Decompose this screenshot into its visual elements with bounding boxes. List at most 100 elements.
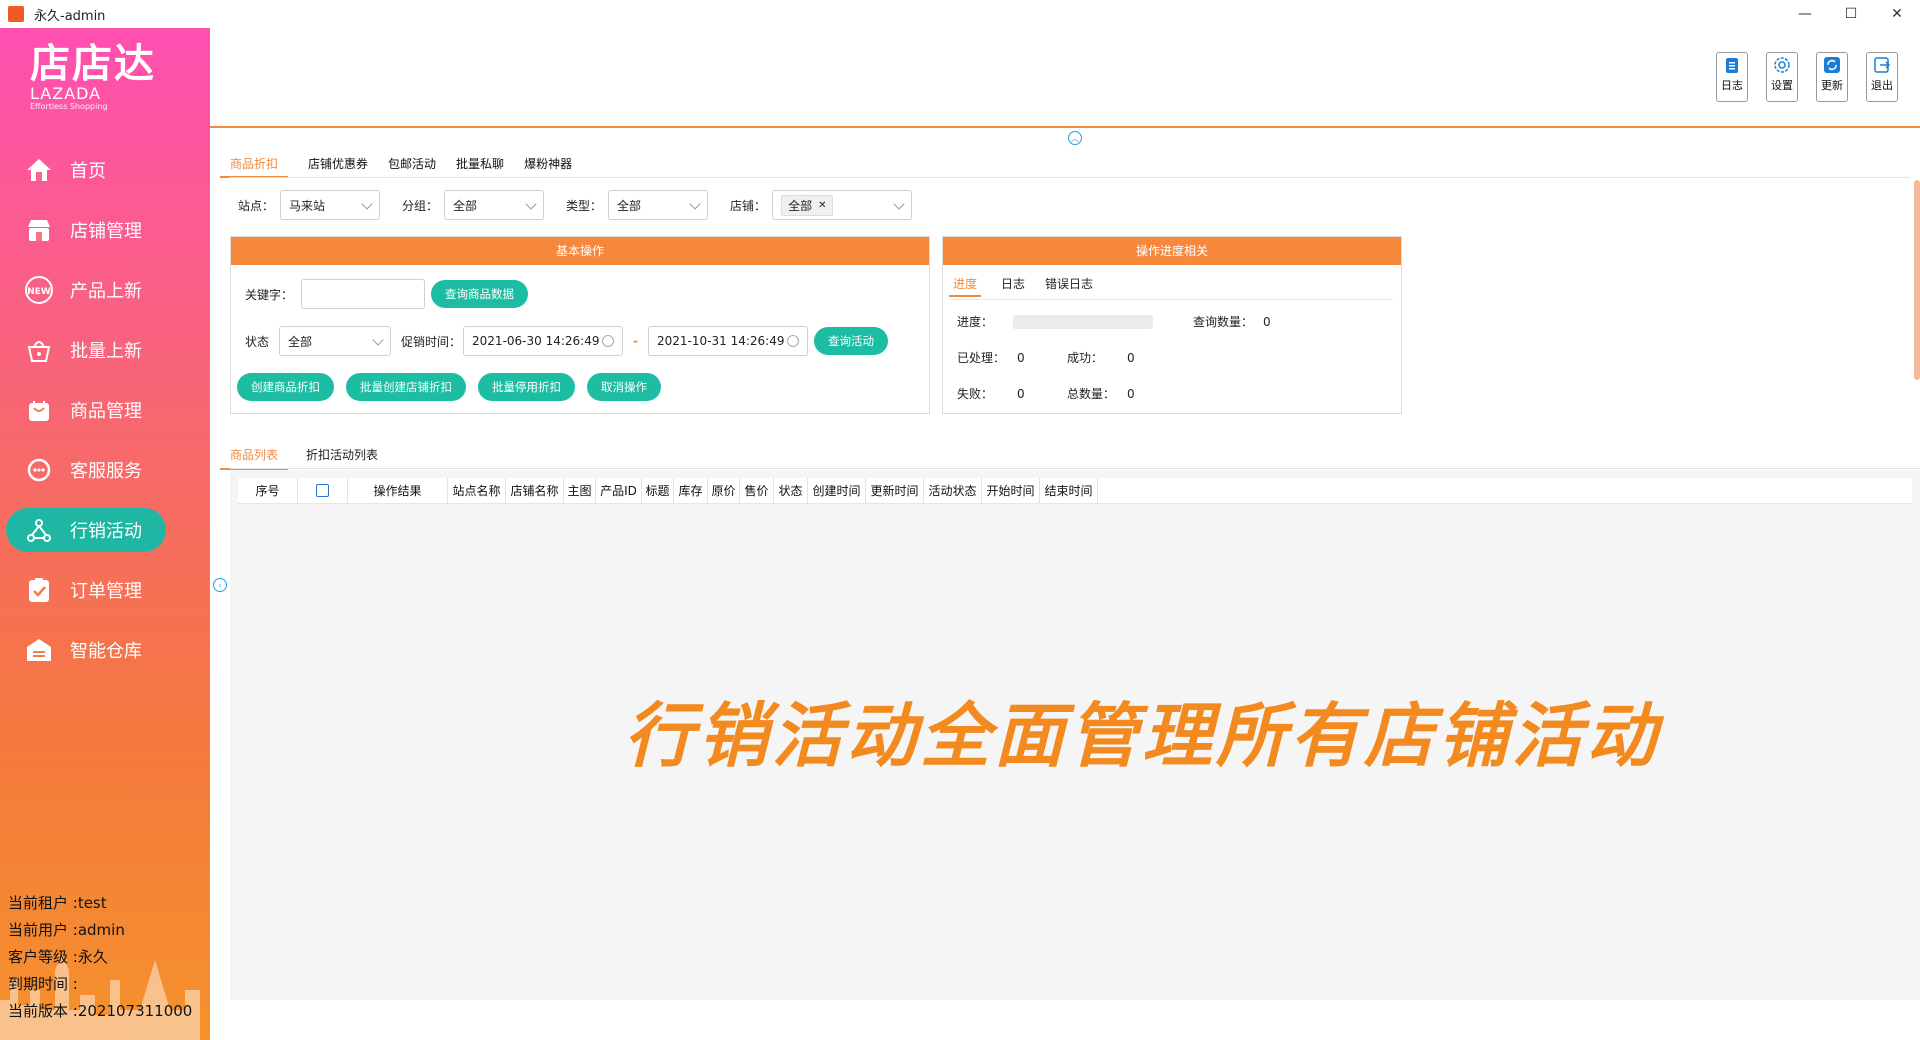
tab-batch-chat[interactable]: 批量私聊 <box>456 154 504 178</box>
status-select[interactable]: 全部 <box>279 326 392 356</box>
query-count-value: 0 <box>1263 314 1271 329</box>
cancel-operation-button[interactable]: 取消操作 <box>587 373 661 401</box>
site-select[interactable]: 马来站 <box>280 190 381 220</box>
sidebar-item-warehouse[interactable]: 智能仓库 <box>6 628 166 672</box>
sidebar-item-new-product[interactable]: NEW 产品上新 <box>6 268 166 312</box>
success-label: 成功： <box>1067 351 1104 365</box>
sidebar-item-label: 商品管理 <box>70 401 142 422</box>
processed-value: 0 <box>1017 350 1025 365</box>
settings-button[interactable]: 设置 <box>1766 52 1798 102</box>
clipboard-check-icon <box>24 575 54 605</box>
keyword-row: 关键字： 查询商品数据 <box>245 279 529 309</box>
top-toolbar: 日志 设置 更新 退出 <box>1716 52 1898 102</box>
sidebar-item-orders[interactable]: 订单管理 <box>6 568 166 612</box>
collapse-left-icon[interactable]: ‹ <box>213 578 227 592</box>
tab-free-shipping[interactable]: 包邮活动 <box>388 154 436 178</box>
sidebar: 店店达 LAZADA Effortless Shopping 首页 店铺管理 N… <box>0 28 210 1040</box>
tab-fans-tool[interactable]: 爆粉神器 <box>524 154 572 178</box>
collapse-up-icon[interactable]: ︿ <box>1068 131 1082 145</box>
status-row: 状态 全部 促销时间： 2021-06-30 14:26:49 - 2021-1… <box>245 326 889 356</box>
progress-tabs-divider <box>951 299 1393 300</box>
basket-icon <box>24 335 54 365</box>
sidebar-item-marketing[interactable]: 行销活动 <box>6 508 166 552</box>
processed-label: 已处理： <box>957 351 1006 365</box>
close-icon[interactable]: ✕ <box>1874 0 1920 28</box>
col-activity-status: 活动状态 <box>924 477 982 504</box>
col-select-all[interactable] <box>298 477 348 504</box>
batch-create-shop-discount-button[interactable]: 批量创建店铺折扣 <box>346 373 466 401</box>
tab-goods-list[interactable]: 商品列表 <box>220 446 289 470</box>
col-create-time: 创建时间 <box>808 477 866 504</box>
shop-select[interactable]: 全部 ✕ <box>772 190 913 220</box>
query-goods-button[interactable]: 查询商品数据 <box>431 280 529 308</box>
tab-goods-discount[interactable]: 商品折扣 <box>220 154 289 178</box>
tab-progress[interactable]: 进度 <box>949 275 982 297</box>
failed-row: 失败： 0 总数量： 0 <box>957 385 1135 402</box>
chevron-down-icon <box>689 198 701 210</box>
col-main-image: 主图 <box>564 477 596 504</box>
col-original-price: 原价 <box>708 477 740 504</box>
vertical-scrollbar[interactable] <box>1914 180 1920 380</box>
sidebar-item-batch-new[interactable]: 批量上新 <box>6 328 166 372</box>
minimize-icon[interactable]: — <box>1782 0 1828 28</box>
shop-label: 店铺： <box>730 198 767 213</box>
query-activity-button[interactable]: 查询活动 <box>814 327 889 355</box>
sidebar-item-goods[interactable]: 商品管理 <box>6 388 166 432</box>
filter-bar: 站点： 马来站 分组： 全部 类型： 全部 店铺： 全部 ✕ <box>238 190 934 220</box>
sidebar-item-label: 行销活动 <box>70 521 142 542</box>
close-icon[interactable]: ✕ <box>818 200 826 211</box>
query-count-label: 查询数量： <box>1193 315 1254 329</box>
expire-text: 到期时间 : <box>8 975 78 993</box>
window-controls: — ☐ ✕ <box>1782 0 1920 28</box>
log-button[interactable]: 日志 <box>1716 52 1748 102</box>
type-select[interactable]: 全部 <box>608 190 709 220</box>
log-icon <box>1726 58 1738 73</box>
shop-chip[interactable]: 全部 ✕ <box>781 194 834 216</box>
maximize-icon[interactable]: ☐ <box>1828 0 1874 28</box>
success-value: 0 <box>1127 350 1135 365</box>
tab-shop-coupon[interactable]: 店铺优惠券 <box>308 154 368 178</box>
batch-disable-discount-button[interactable]: 批量停用折扣 <box>478 373 575 401</box>
update-button[interactable]: 更新 <box>1816 52 1848 102</box>
select-all-checkbox[interactable] <box>316 484 329 497</box>
app-icon <box>8 6 24 22</box>
bag-icon <box>24 395 54 425</box>
user-info: 当前租户 :test 当前用户 :admin 客户等级 :永久 到期时间 : 当… <box>8 890 192 1025</box>
svg-text:NEW: NEW <box>27 287 51 297</box>
keyword-input[interactable] <box>301 279 426 309</box>
group-label: 分组： <box>402 198 439 213</box>
store-icon <box>24 215 54 245</box>
create-goods-discount-button[interactable]: 创建商品折扣 <box>237 373 334 401</box>
start-date-input[interactable]: 2021-06-30 14:26:49 <box>463 326 624 356</box>
basic-panel-title: 基本操作 <box>231 237 929 265</box>
chevron-down-icon <box>372 334 384 346</box>
tab-log[interactable]: 日志 <box>1001 275 1025 297</box>
sidebar-item-store[interactable]: 店铺管理 <box>6 208 166 252</box>
table-header: 序号 操作结果 站点名称 店铺名称 主图 产品ID 标题 库存 原价 售价 状态… <box>238 477 1912 504</box>
sidebar-item-home[interactable]: 首页 <box>6 148 166 192</box>
status-value: 全部 <box>288 334 313 349</box>
group-select[interactable]: 全部 <box>444 190 545 220</box>
tenant-text: 当前租户 :test <box>8 894 107 912</box>
col-end-time: 结束时间 <box>1040 477 1098 504</box>
progress-label: 进度： <box>957 315 994 329</box>
sidebar-item-label: 首页 <box>70 161 106 182</box>
sidebar-item-service[interactable]: 客服服务 <box>6 448 166 492</box>
clock-icon <box>602 335 615 347</box>
end-date-input[interactable]: 2021-10-31 14:26:49 <box>648 326 809 356</box>
site-value: 马来站 <box>289 198 326 213</box>
tab-error-log[interactable]: 错误日志 <box>1045 275 1093 297</box>
group-value: 全部 <box>453 198 478 213</box>
level-text: 客户等级 :永久 <box>8 948 108 966</box>
processed-row: 已处理： 0 成功： 0 <box>957 349 1135 366</box>
logo: 店店达 LAZADA Effortless Shopping <box>30 42 180 122</box>
failed-label: 失败： <box>957 387 994 401</box>
tab-discount-activity-list[interactable]: 折扣活动列表 <box>306 446 378 470</box>
progress-tabs: 进度 日志 错误日志 <box>949 275 1093 297</box>
type-value: 全部 <box>617 198 642 213</box>
exit-button[interactable]: 退出 <box>1866 52 1898 102</box>
logo-brand: LAZADA <box>30 84 102 103</box>
status-label: 状态 <box>245 334 270 349</box>
home-icon <box>24 155 54 185</box>
sidebar-item-label: 产品上新 <box>70 281 142 302</box>
